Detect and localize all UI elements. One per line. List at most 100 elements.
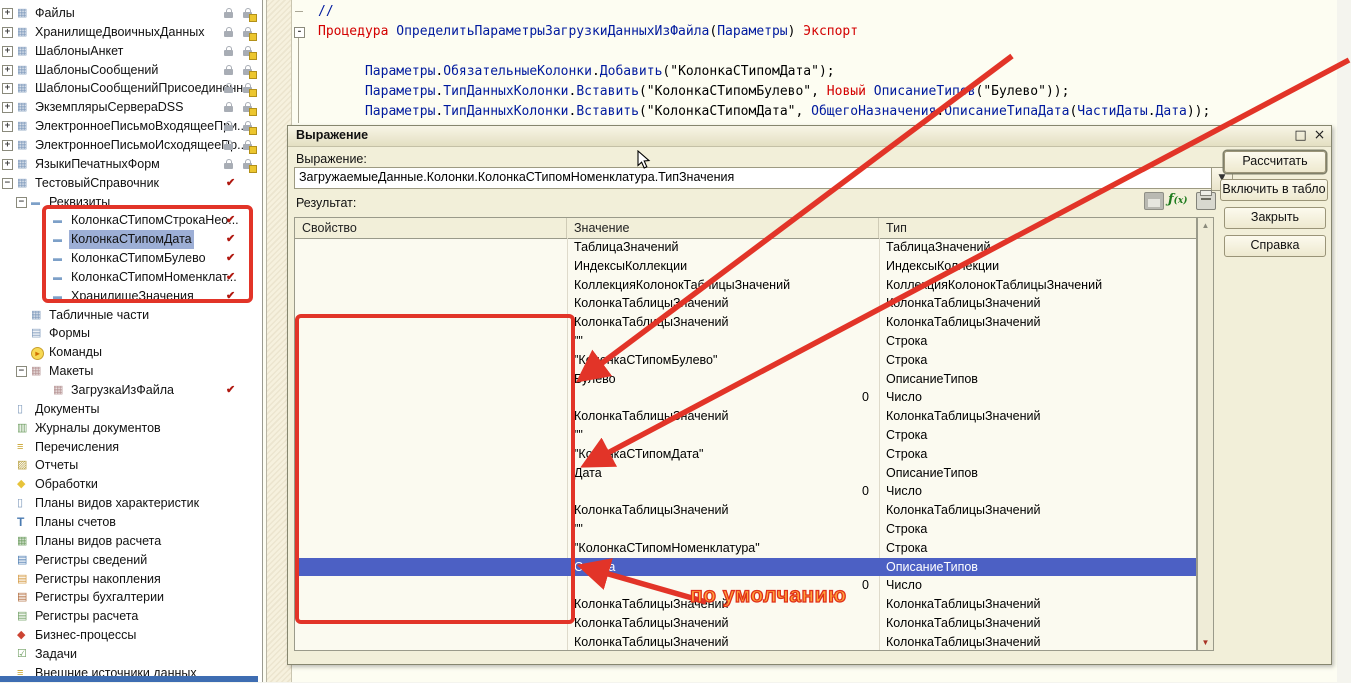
expand-icon[interactable]: + bbox=[2, 83, 13, 94]
sidebar-item-шаблонысообщенийприсоединенн-[interactable]: +▦ШаблоныСообщенийПрисоединенн... bbox=[0, 79, 262, 98]
result-row[interactable]: +ТипЗначенияСтрокаОписаниеТипов bbox=[295, 558, 1196, 577]
ran-icon: ▤ bbox=[17, 570, 27, 589]
result-row[interactable]: Ширина0Число bbox=[295, 388, 1196, 407]
fold-collapse-icon[interactable]: - bbox=[294, 27, 305, 38]
lock-object-icon bbox=[243, 26, 257, 40]
sidebar-item-файлы[interactable]: +▦Файлы bbox=[0, 4, 262, 23]
result-row[interactable]: Имя"КолонкаСТипомБулево"Строка bbox=[295, 351, 1196, 370]
result-row[interactable]: Имя"КолонкаСТипомНоменклатура"Строка bbox=[295, 539, 1196, 558]
column-header-type[interactable]: Тип bbox=[879, 218, 1198, 238]
expand-icon[interactable]: + bbox=[2, 8, 13, 19]
result-row[interactable]: +ОписаниеОшибкиКолонкаТаблицыЗначенийКол… bbox=[295, 633, 1196, 652]
result-row[interactable]: −КолонкаСТипомБулевоКолонкаТаблицыЗначен… bbox=[295, 313, 1196, 332]
sidebar-item-планы-счетов[interactable]: ТПланы счетов bbox=[0, 513, 262, 532]
save-result-icon[interactable] bbox=[1144, 192, 1164, 210]
button-close[interactable]: Закрыть bbox=[1224, 207, 1326, 229]
sidebar-item-макеты[interactable]: −▦Макеты bbox=[0, 362, 262, 381]
result-row[interactable]: +ТипЗначенияДатаОписаниеТипов bbox=[295, 464, 1196, 483]
expand-icon[interactable]: + bbox=[2, 102, 13, 113]
expand-icon[interactable]: + bbox=[2, 140, 13, 151]
result-row[interactable]: −ЗагружаемыеДанныеТаблицаЗначенийТаблица… bbox=[295, 238, 1196, 257]
sidebar-item-журналы-документов[interactable]: ▥Журналы документов bbox=[0, 419, 262, 438]
sidebar-item-регистры-сведений[interactable]: ▤Регистры сведений bbox=[0, 551, 262, 570]
expand-icon[interactable]: + bbox=[2, 121, 13, 132]
column-header-property[interactable]: Свойство bbox=[295, 218, 567, 238]
sidebar-item-задачи[interactable]: ☑Задачи bbox=[0, 645, 262, 664]
button-help[interactable]: Справка bbox=[1224, 235, 1326, 257]
expand-icon[interactable]: + bbox=[2, 46, 13, 57]
sidebar-item-шаблоныанкет[interactable]: +▦ШаблоныАнкет bbox=[0, 42, 262, 61]
scroll-up-icon[interactable]: ▲ bbox=[1198, 218, 1213, 233]
sidebar-item-планы-видов-характеристик[interactable]: ▯Планы видов характеристик bbox=[0, 494, 262, 513]
button-calculate[interactable]: Рассчитать bbox=[1224, 151, 1326, 173]
collapse-icon[interactable]: − bbox=[2, 178, 13, 189]
expand-icon[interactable]: + bbox=[2, 159, 13, 170]
button-add-to-watch[interactable]: Включить в табло bbox=[1220, 179, 1328, 201]
code-lines: //Процедура ОпределитьПараметрыЗагрузкиД… bbox=[318, 2, 1210, 122]
result-row[interactable]: ИндексыИндексыКоллекцииИндексыКоллекции bbox=[295, 257, 1196, 276]
sidebar-item-команды[interactable]: ▸Команды bbox=[0, 343, 262, 362]
sidebar-item-регистры-накопления[interactable]: ▤ Регистры накопления bbox=[0, 570, 262, 589]
sidebar-item-реквизиты[interactable]: −▬Реквизиты bbox=[0, 193, 262, 212]
tree-item-label: Регистры накопления bbox=[33, 570, 163, 589]
lock-object-icon bbox=[243, 64, 257, 78]
result-row[interactable]: +ТипЗначенияБулевоОписаниеТипов bbox=[295, 370, 1196, 389]
sidebar-item-экземплярысервераdss[interactable]: +▦ЭкземплярыСервераDSS bbox=[0, 98, 262, 117]
tree-item-label: Отчеты bbox=[33, 456, 80, 475]
sidebar-item-отчеты[interactable]: ▨Отчеты bbox=[0, 456, 262, 475]
function-icon[interactable]: ƒ(x) bbox=[1168, 192, 1194, 208]
sidebar-item-регистры-расчета[interactable]: ▤Регистры расчета bbox=[0, 607, 262, 626]
table-scrollbar[interactable]: ▲ ▼ bbox=[1197, 217, 1214, 651]
sidebar-item-электронноеписьмоисходящеепр-[interactable]: +▦ЭлектронноеПисьмоИсходящееПр... bbox=[0, 136, 262, 155]
sidebar-item-документы[interactable]: ▯Документы bbox=[0, 400, 262, 419]
sidebar-item-хранилищезначения[interactable]: ▬ХранилищеЗначения✔ bbox=[0, 287, 262, 306]
maximize-icon[interactable]: □ bbox=[1292, 127, 1309, 144]
sidebar-item-перечисления[interactable]: ≡Перечисления bbox=[0, 438, 262, 457]
close-icon[interactable]: × bbox=[1311, 127, 1328, 144]
result-row[interactable]: −КолонкаСТипомНоменклатураКолонкаТаблицы… bbox=[295, 501, 1196, 520]
sidebar-item-колонкастипомстроканео-[interactable]: ▬КолонкаСТипомСтрокаНео...✔ bbox=[0, 211, 262, 230]
column-header-value[interactable]: Значение bbox=[567, 218, 879, 238]
sidebar-item-регистры-бухгалтерии[interactable]: ▤Регистры бухгалтерии bbox=[0, 588, 262, 607]
sidebar-item-планы-видов-расчета[interactable]: ▦Планы видов расчета bbox=[0, 532, 262, 551]
result-row[interactable]: +ИдентификаторКолонкаТаблицыЗначенийКоло… bbox=[295, 294, 1196, 313]
tree-item-label: ХранилищеЗначения bbox=[69, 287, 196, 306]
result-row[interactable]: Ширина0Число bbox=[295, 482, 1196, 501]
expand-icon[interactable]: + bbox=[2, 27, 13, 38]
result-row[interactable]: −КолонкиКоллекцияКолонокТаблицыЗначенийК… bbox=[295, 276, 1196, 295]
result-row[interactable]: −КолонкаСТипомДатаКолонкаТаблицыЗначений… bbox=[295, 407, 1196, 426]
sidebar-item-колонкастипомноменклат-[interactable]: ▬КолонкаСТипомНоменклат...✔ bbox=[0, 268, 262, 287]
print-icon[interactable] bbox=[1196, 192, 1216, 210]
lock-object-icon bbox=[243, 82, 257, 96]
result-row[interactable]: +ОбъектСопоставленияКолонкаТаблицыЗначен… bbox=[295, 614, 1196, 633]
sidebar-item-бизнес-процессы[interactable]: ◆Бизнес-процессы bbox=[0, 626, 262, 645]
sidebar-item-электронноеписьмовходящеепри-[interactable]: +▦ЭлектронноеПисьмоВходящееПри... bbox=[0, 117, 262, 136]
code-line: // bbox=[318, 2, 1210, 22]
sidebar-item-тестовыйсправочник[interactable]: −▦ТестовыйСправочник✔ bbox=[0, 174, 262, 193]
dialog-titlebar[interactable]: Выражение □ × bbox=[288, 126, 1331, 147]
sidebar-item-формы[interactable]: ▤Формы bbox=[0, 324, 262, 343]
cell-value: Строка bbox=[567, 558, 879, 577]
sidebar-item-колонкастипомбулево[interactable]: ▬КолонкаСТипомБулево✔ bbox=[0, 249, 262, 268]
collapse-icon[interactable]: − bbox=[16, 197, 27, 208]
sidebar-item-обработки[interactable]: ◆Обработки bbox=[0, 475, 262, 494]
sidebar-item-хранилищедвоичныхданных[interactable]: +▦ХранилищеДвоичныхДанных bbox=[0, 23, 262, 42]
expression-value: ЗагружаемыеДанные.Колонки.КолонкаСТипомН… bbox=[299, 170, 734, 184]
tree-item-label: ХранилищеДвоичныхДанных bbox=[33, 23, 207, 42]
sidebar-item-шаблонысообщений[interactable]: +▦ШаблоныСообщений bbox=[0, 61, 262, 80]
expand-icon[interactable]: + bbox=[2, 65, 13, 76]
collapse-icon[interactable]: − bbox=[16, 366, 27, 377]
sidebar-item-загрузкаизфайла[interactable]: ▦ЗагрузкаИзФайла✔ bbox=[0, 381, 262, 400]
scroll-down-icon[interactable]: ▼ bbox=[1198, 635, 1213, 650]
result-row[interactable]: Заголовок""Строка bbox=[295, 520, 1196, 539]
metadata-tree-panel[interactable]: +▦Файлы+▦ХранилищеДвоичныхДанных+▦Шаблон… bbox=[0, 0, 263, 682]
result-row[interactable]: Заголовок""Строка bbox=[295, 426, 1196, 445]
result-row[interactable]: Заголовок""Строка bbox=[295, 332, 1196, 351]
layout-icon: ▦ bbox=[31, 362, 41, 381]
sidebar-item-колонкастипомдата[interactable]: ▬КолонкаСТипомДата✔ bbox=[0, 230, 262, 249]
result-row[interactable]: Имя"КолонкаСТипомДата"Строка bbox=[295, 445, 1196, 464]
sidebar-item-табличные-части[interactable]: ▦Табличные части bbox=[0, 306, 262, 325]
cat-icon: ▦ bbox=[17, 79, 27, 98]
sidebar-item-языкипечатныхформ[interactable]: +▦ЯзыкиПечатныхФорм bbox=[0, 155, 262, 174]
expression-input[interactable]: ЗагружаемыеДанные.Колонки.КолонкаСТипомН… bbox=[294, 167, 1212, 189]
